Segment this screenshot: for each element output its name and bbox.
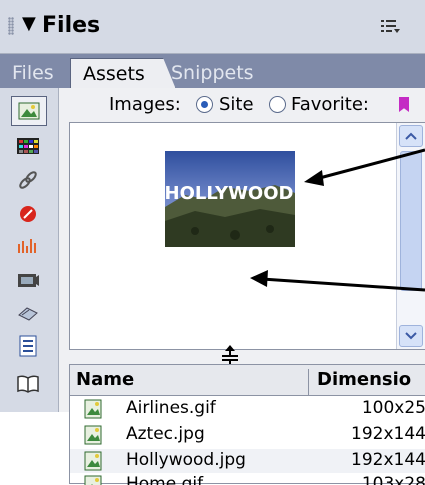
shockwave-icon bbox=[18, 239, 36, 253]
scripts-icon bbox=[18, 307, 38, 321]
favorites-bookmark-icon bbox=[399, 97, 409, 112]
urls-icon bbox=[19, 171, 37, 189]
images-label: Images: bbox=[109, 94, 181, 115]
asset-dimensions: 192x144 bbox=[351, 424, 425, 444]
collapse-arrow-icon[interactable]: ▼ bbox=[22, 13, 36, 34]
favorites-radio[interactable] bbox=[269, 96, 286, 113]
asset-row[interactable]: Airlines.gif 100x25 bbox=[70, 397, 425, 421]
colors-category-button[interactable] bbox=[11, 132, 45, 160]
asset-name: Hollywood.jpg bbox=[126, 450, 246, 470]
library-icon bbox=[17, 375, 39, 393]
panel-titlebar[interactable]: ▼ Files bbox=[0, 0, 425, 54]
movies-icon bbox=[18, 274, 39, 287]
images-icon bbox=[18, 102, 40, 120]
column-header-name[interactable]: Name bbox=[76, 369, 134, 390]
favorites-radio-label[interactable]: Favorite: bbox=[291, 94, 399, 115]
asset-row[interactable]: Hollywood.jpg 192x144 bbox=[70, 449, 425, 473]
images-filter-row: Images: Site Favorite: bbox=[59, 88, 425, 120]
asset-category-sidebar bbox=[0, 88, 59, 412]
image-file-icon bbox=[84, 425, 102, 445]
movies-category-button[interactable] bbox=[11, 266, 45, 294]
asset-dimensions: 100x25 bbox=[361, 398, 425, 418]
assets-main: Images: Site Favorite: HOLLYWOOD Name Di… bbox=[59, 88, 425, 485]
tab-files[interactable]: Files bbox=[0, 58, 66, 88]
hollywood-preview-image: HOLLYWOOD bbox=[165, 151, 295, 247]
drag-grip-icon[interactable] bbox=[8, 17, 14, 35]
site-radio[interactable] bbox=[196, 96, 213, 113]
images-category-button[interactable] bbox=[11, 96, 47, 126]
asset-list-header: Name Dimensio bbox=[70, 365, 425, 396]
image-preview: HOLLYWOOD bbox=[69, 122, 425, 350]
preview-scrollbar[interactable] bbox=[396, 123, 425, 349]
library-category-button[interactable] bbox=[11, 370, 45, 398]
tab-row: Files Assets Snippets bbox=[0, 54, 425, 89]
colors-icon bbox=[17, 138, 39, 154]
scroll-up-button[interactable] bbox=[399, 125, 423, 147]
scroll-thumb[interactable] bbox=[400, 151, 422, 291]
scripts-category-button[interactable] bbox=[11, 300, 45, 328]
options-menu-icon[interactable] bbox=[379, 16, 401, 36]
asset-name: Home.gif bbox=[126, 474, 204, 485]
preview-image-text: HOLLYWOOD bbox=[165, 183, 293, 204]
image-file-icon bbox=[84, 451, 102, 471]
flash-category-button[interactable] bbox=[11, 200, 45, 228]
asset-row[interactable]: Aztec.jpg 192x144 bbox=[70, 423, 425, 447]
chevron-up-icon bbox=[405, 132, 417, 140]
panel-title[interactable]: Files bbox=[42, 13, 100, 38]
image-file-icon bbox=[84, 399, 102, 419]
files-panel: ▼ Files Files Assets Snippets Images: Si… bbox=[0, 0, 425, 485]
asset-list: Name Dimensio Airlines.gif 100x25 Aztec.… bbox=[69, 364, 425, 485]
site-radio-label[interactable]: Site bbox=[219, 94, 254, 115]
templates-category-button[interactable] bbox=[11, 332, 45, 360]
scroll-down-button[interactable] bbox=[399, 325, 423, 347]
asset-name: Airlines.gif bbox=[126, 398, 216, 418]
column-header-dimensions[interactable]: Dimensio bbox=[308, 369, 425, 395]
tab-snippets[interactable]: Snippets bbox=[159, 58, 266, 88]
urls-category-button[interactable] bbox=[11, 166, 45, 194]
flash-icon bbox=[20, 206, 36, 222]
shockwave-category-button[interactable] bbox=[11, 232, 45, 260]
asset-dimensions: 103x28 bbox=[361, 474, 425, 485]
templates-icon bbox=[19, 335, 37, 357]
asset-dimensions: 192x144 bbox=[351, 450, 425, 470]
asset-name: Aztec.jpg bbox=[126, 424, 205, 444]
chevron-down-icon bbox=[405, 332, 417, 340]
image-file-icon bbox=[84, 475, 102, 485]
asset-row[interactable]: Home.gif 103x28 bbox=[70, 473, 425, 485]
